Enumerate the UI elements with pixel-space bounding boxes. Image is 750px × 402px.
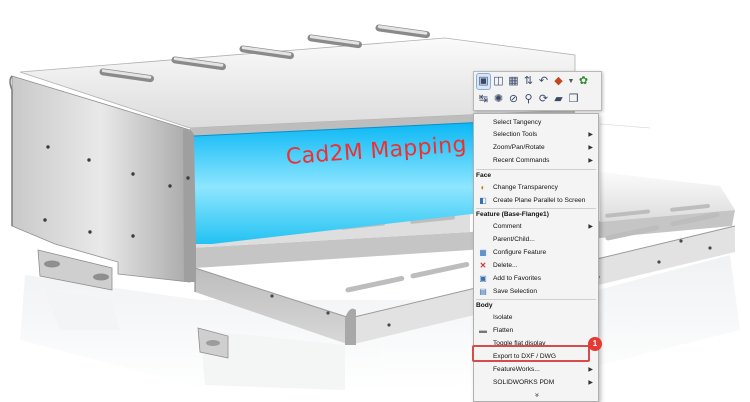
transparency-icon: ◐	[480, 183, 486, 192]
section-view-icon[interactable]: ◫	[492, 74, 505, 89]
menu-item-create-plane[interactable]: ◧ Create Plane Parallel to Screen	[474, 195, 598, 207]
menu-item-zoom-pan-rotate[interactable]: Zoom/Pan/Rotate ▶	[474, 142, 598, 154]
edit-feature-icon[interactable]: ▰	[552, 92, 565, 107]
edge-hint	[599, 123, 651, 129]
menu-item-change-transparency[interactable]: ◐ Change Transparency	[474, 182, 598, 194]
menu-item-solidworks-pdm[interactable]: SOLIDWORKS PDM ▶	[474, 377, 598, 389]
display-style-icon[interactable]: ✿	[577, 74, 590, 89]
menu-item-label: Configure Feature	[493, 249, 547, 256]
menu-item-isolate[interactable]: Isolate	[474, 312, 598, 324]
expand-more-icon: »	[533, 393, 540, 397]
view-orientation-icon[interactable]: ▣	[476, 73, 491, 90]
dropdown-arrow-icon[interactable]: ▼	[567, 74, 575, 89]
favorites-icon: ▣	[479, 274, 487, 283]
menu-item-label: Selection Tools	[493, 131, 538, 138]
submenu-arrow-icon: ▶	[588, 145, 593, 151]
submenu-arrow-icon: ▶	[588, 158, 593, 164]
menu-item-label: Comment	[493, 223, 522, 230]
zoom-to-fit-icon[interactable]: ▦	[507, 74, 520, 89]
menu-item-label: Delete...	[493, 262, 518, 269]
menu-item-label: Add to Favorites	[493, 275, 542, 282]
menu-item-comment[interactable]: Comment ▶	[474, 221, 598, 233]
menu-item-label: Recent Commands	[493, 157, 550, 164]
export-highlight-box	[472, 345, 590, 362]
menu-item-parent-child[interactable]: Parent/Child...	[474, 234, 598, 246]
menu-item-configure-feature[interactable]: ▦ Configure Feature	[474, 247, 598, 259]
component-icon[interactable]: ❒	[567, 92, 580, 107]
menu-item-label: Change Transparency	[493, 184, 558, 191]
flatten-icon: ▬	[479, 326, 487, 335]
hide-icon[interactable]: ⊘	[507, 92, 520, 107]
save-selection-icon: ▤	[479, 287, 487, 296]
menu-item-label: Parent/Child...	[493, 236, 535, 243]
menu-item-save-selection[interactable]: ▤ Save Selection	[474, 286, 598, 298]
submenu-arrow-icon: ▶	[588, 380, 593, 386]
rebuild-icon[interactable]: ⟳	[537, 92, 550, 107]
menu-header-body: Body	[476, 302, 493, 309]
submenu-arrow-icon: ▶	[588, 367, 593, 373]
delete-icon: ✕	[479, 261, 487, 270]
menu-item-selection-tools[interactable]: Selection Tools ▶	[474, 129, 598, 141]
configure-icon: ▦	[479, 248, 487, 257]
sketch-icon[interactable]: ✺	[492, 92, 505, 107]
menu-item-label: Save Selection	[493, 288, 537, 295]
callout-badge: 1	[588, 337, 602, 351]
menu-item-flatten[interactable]: ▬ Flatten	[474, 325, 598, 337]
menu-item-label: Zoom/Pan/Rotate	[493, 144, 545, 151]
menu-expand-more[interactable]: »	[474, 389, 598, 401]
menu-item-featureworks[interactable]: FeatureWorks... ▶	[474, 364, 598, 376]
appearance-icon[interactable]: ◆	[552, 74, 565, 89]
zoom-to-selection-icon[interactable]: ⚲	[522, 92, 535, 107]
menu-item-label: Select Tangency	[493, 119, 542, 126]
plane-icon: ◧	[479, 196, 487, 205]
menu-item-label: Create Plane Parallel to Screen	[493, 197, 586, 204]
menu-item-add-favorites[interactable]: ▣ Add to Favorites	[474, 273, 598, 285]
submenu-arrow-icon: ▶	[588, 132, 593, 138]
menu-header-face: Face	[476, 172, 492, 179]
menu-item-delete[interactable]: ✕ Delete...	[474, 260, 598, 272]
rollback-icon[interactable]: ↶	[537, 74, 550, 89]
normal-to-icon[interactable]: ↹	[477, 92, 490, 107]
menu-item-recent-commands[interactable]: Recent Commands ▶	[474, 155, 598, 167]
menu-item-label: Flatten	[493, 327, 514, 334]
context-toolbar: ▣ ◫ ▦ ⇅ ↶ ◆ ▼ ✿ ↹ ✺ ⊘ ⚲ ⟳ ▰ ❒	[473, 71, 602, 111]
submenu-arrow-icon: ▶	[588, 224, 593, 230]
menu-header-feature: Feature (Base-Flange1)	[476, 211, 549, 218]
measure-icon[interactable]: ⇅	[522, 74, 535, 89]
menu-item-label: Isolate	[493, 314, 513, 321]
model-viewport[interactable]	[0, 0, 750, 400]
menu-item-label: FeatureWorks...	[493, 366, 540, 373]
menu-item-label: SOLIDWORKS PDM	[493, 379, 555, 386]
menu-item-select-tangency[interactable]: Select Tangency	[474, 117, 598, 129]
